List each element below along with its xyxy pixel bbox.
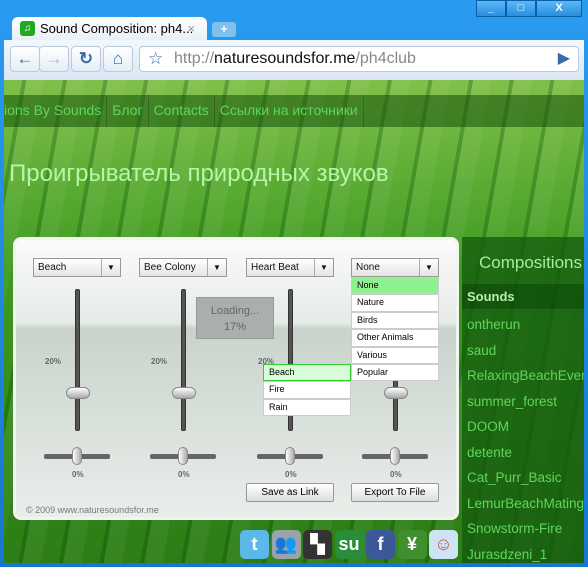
stumbleupon-icon[interactable]: su: [334, 530, 364, 559]
sound-select[interactable]: Heart Beat ▼: [246, 258, 334, 277]
sidebar-item[interactable]: Snowstorm-Fire: [467, 521, 562, 536]
volume-slider[interactable]: [75, 289, 80, 431]
volume-label: 20%: [151, 357, 168, 366]
twitter-icon[interactable]: t: [240, 530, 269, 559]
toolbar: ← → ↻ ⌂ ☆ http://naturesoundsfor.me/ph4c…: [4, 40, 584, 80]
option-nature[interactable]: Nature: [351, 294, 439, 312]
save-as-link-button[interactable]: Save as Link: [246, 483, 334, 502]
reload-button[interactable]: ↻: [71, 46, 101, 72]
url-domain: naturesoundsfor.me: [214, 50, 356, 67]
window-controls: _ □ X: [476, 0, 582, 17]
back-button[interactable]: ←: [10, 46, 40, 72]
myspace-icon[interactable]: 👥: [271, 530, 301, 559]
newsvine-icon[interactable]: ¥: [397, 530, 427, 559]
sidebar-item[interactable]: summer_forest: [467, 394, 557, 409]
sound-select[interactable]: None ▼: [351, 258, 439, 277]
sidebar-item[interactable]: Cat_Purr_Basic: [467, 470, 562, 485]
sidebar-item[interactable]: saud: [467, 343, 496, 358]
maximize-button[interactable]: □: [506, 0, 536, 17]
sound-select-value: None: [356, 262, 380, 273]
volume-slider-thumb[interactable]: [66, 386, 90, 399]
chevron-down-icon: ▼: [314, 259, 333, 276]
category-dropdown-list: None Nature Birds Other Animals Various …: [351, 277, 439, 382]
balance-label: 0%: [285, 470, 297, 479]
compositions-sidebar: Compositions Sounds ontherun saud Relaxing…: [462, 237, 584, 563]
go-icon[interactable]: ▶: [558, 47, 570, 71]
copyright: © 2009 www.naturesoundsfor.me: [26, 505, 159, 515]
export-to-file-button[interactable]: Export To File: [351, 483, 439, 502]
volume-label: 20%: [45, 357, 62, 366]
option-other-animals[interactable]: Other Animals: [351, 329, 439, 347]
sound-select-value: Heart Beat: [251, 262, 299, 273]
sidebar-item[interactable]: Jurasdzeni_1: [467, 547, 547, 562]
option-birds[interactable]: Birds: [351, 311, 439, 330]
headphones-icon: ♫: [20, 21, 35, 36]
sidebar-item[interactable]: detente: [467, 445, 512, 460]
sidebar-item[interactable]: RelaxingBeachEvening: [467, 368, 584, 383]
address-bar[interactable]: ☆ http://naturesoundsfor.me/ph4club ▶: [139, 46, 579, 72]
close-tab-icon[interactable]: ×: [187, 21, 195, 36]
balance-slider-thumb[interactable]: [285, 447, 295, 465]
option-rain[interactable]: Rain: [263, 398, 351, 417]
new-tab-button[interactable]: +: [212, 22, 236, 37]
delicious-icon[interactable]: ▚: [303, 530, 332, 559]
sidebar-item[interactable]: ontherun: [467, 317, 520, 332]
close-window-button[interactable]: X: [536, 0, 582, 17]
chevron-down-icon: ▼: [101, 259, 120, 276]
sidebar-item[interactable]: DOOM: [467, 419, 509, 434]
page-content: ions By Sounds Блог Contacts Ссылки на и…: [4, 80, 584, 563]
balance-label: 0%: [178, 470, 190, 479]
loading-percent: 17%: [223, 321, 247, 333]
minimize-button[interactable]: _: [476, 0, 506, 17]
url-path: /ph4club: [355, 50, 416, 67]
tab-title: Sound Composition: ph4...: [40, 21, 194, 36]
option-fire[interactable]: Fire: [263, 381, 351, 399]
home-button[interactable]: ⌂: [103, 46, 133, 72]
nav-contacts[interactable]: Contacts: [149, 95, 215, 127]
balance-slider-thumb[interactable]: [390, 447, 400, 465]
option-various[interactable]: Various: [351, 346, 439, 364]
url-scheme: http://: [174, 50, 215, 67]
facebook-icon[interactable]: f: [366, 530, 395, 559]
sound-select-value: Beach: [38, 262, 67, 273]
nav-blog[interactable]: Блог: [107, 95, 149, 127]
browser-tab[interactable]: ♫ Sound Composition: ph4... ×: [12, 17, 207, 41]
reddit-icon[interactable]: ☺: [429, 530, 458, 559]
balance-slider-thumb[interactable]: [178, 447, 188, 465]
forward-button[interactable]: →: [39, 46, 69, 72]
balance-label: 0%: [390, 470, 402, 479]
option-beach[interactable]: Beach: [263, 364, 351, 382]
sound-select[interactable]: Bee Colony ▼: [139, 258, 227, 277]
nav-sources[interactable]: Ссылки на источники: [215, 95, 364, 127]
sidebar-header: Sounds: [462, 284, 584, 309]
sidebar-title: Compositions: [479, 253, 582, 272]
page-title: Проигрыватель природных звуков: [9, 160, 389, 187]
option-popular[interactable]: Popular: [351, 363, 439, 382]
volume-slider-thumb[interactable]: [384, 386, 408, 399]
option-none[interactable]: None: [351, 277, 439, 295]
nav-bar: ions By Sounds Блог Contacts Ссылки на и…: [4, 95, 584, 127]
nav-compositions[interactable]: ions By Sounds: [4, 95, 108, 127]
player-panel: Loading... 17% Save as Link Export To Fi…: [13, 237, 459, 520]
sound-select-value: Bee Colony: [144, 262, 196, 273]
sound-dropdown-list: Beach Fire Rain: [263, 364, 351, 417]
sound-select[interactable]: Beach ▼: [33, 258, 121, 277]
loading-box: Loading... 17%: [196, 297, 274, 339]
volume-slider[interactable]: [181, 289, 186, 431]
star-icon[interactable]: ☆: [148, 47, 163, 71]
volume-slider-thumb[interactable]: [172, 386, 196, 399]
chevron-down-icon: ▼: [419, 259, 438, 276]
balance-label: 0%: [72, 470, 84, 479]
sidebar-item[interactable]: LemurBeachMating: [467, 496, 584, 511]
chevron-down-icon: ▼: [207, 259, 226, 276]
loading-text: Loading...: [210, 305, 260, 317]
balance-slider-thumb[interactable]: [72, 447, 82, 465]
